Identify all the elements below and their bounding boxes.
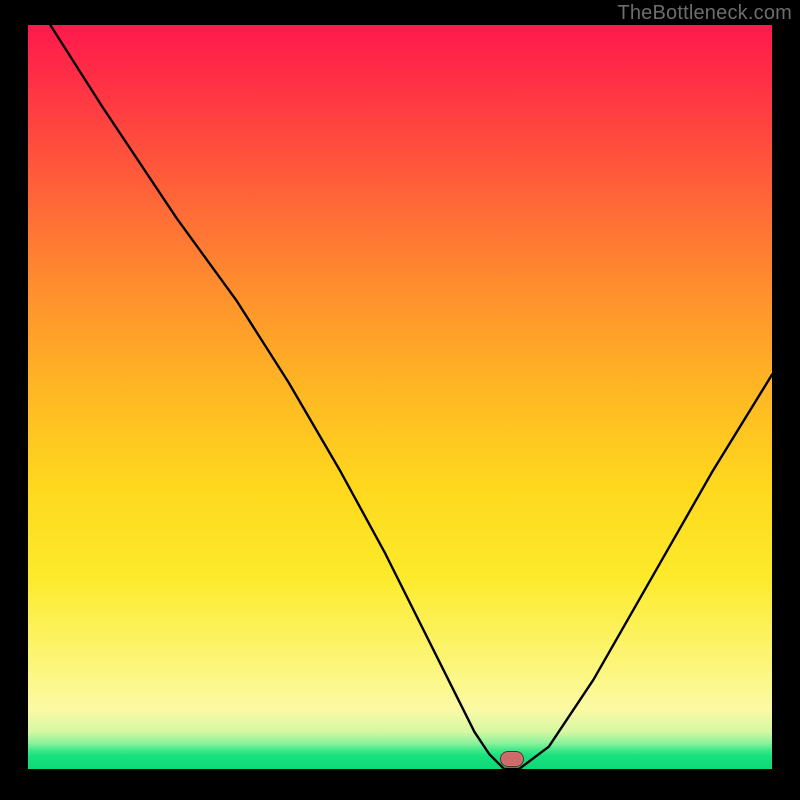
watermark-text: TheBottleneck.com	[617, 2, 792, 25]
bottleneck-curve	[28, 25, 772, 769]
plot-area	[28, 25, 772, 769]
chart-frame: TheBottleneck.com	[0, 0, 800, 800]
optimum-marker	[500, 751, 524, 767]
